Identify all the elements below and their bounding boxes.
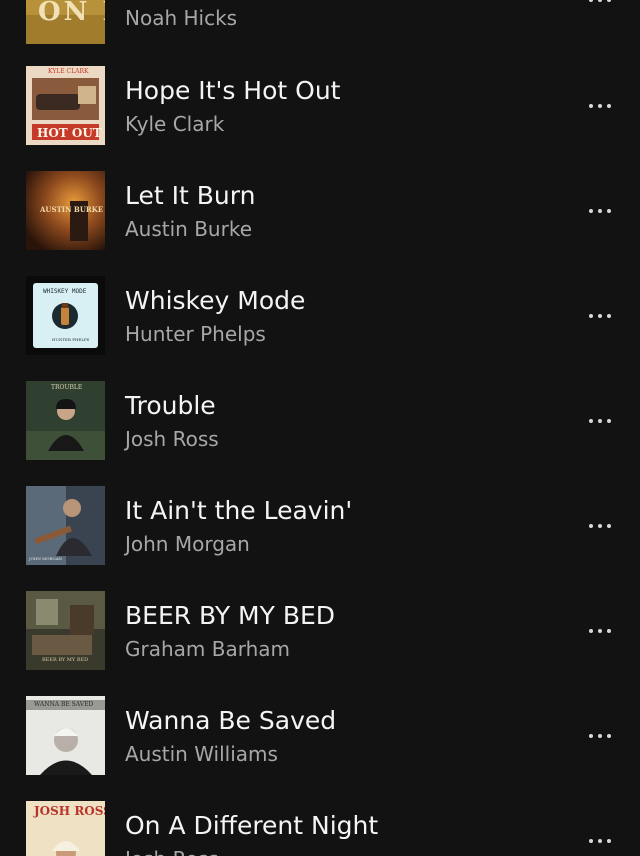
track-title: Let It Burn: [125, 181, 256, 210]
track-artist: Kyle Clark: [125, 112, 225, 136]
track-artist: Austin Burke: [125, 217, 253, 241]
album-art-icon: AUSTIN BURKE: [26, 171, 105, 250]
track-row[interactable]: JOSH ROSS On A Different Night Josh Ross: [0, 789, 640, 856]
album-art-icon: BEER BY MY BED: [26, 591, 105, 670]
album-art-icon: WHISKEY MODE HUNTER PHELPS: [26, 276, 105, 355]
album-art-icon: TROUBLE: [26, 381, 105, 460]
more-options-icon[interactable]: [580, 409, 620, 433]
track-row[interactable]: ON IT Noah Hicks: [0, 0, 640, 58]
track-title: Trouble: [125, 391, 216, 420]
album-art-icon: WANNA BE SAVED: [26, 696, 105, 775]
track-artist: Noah Hicks: [125, 6, 238, 30]
track-artist: Austin Williams: [125, 742, 278, 766]
album-art-icon: ON IT: [26, 0, 105, 44]
track-list: ON IT Noah Hicks KYLE CLARK HOT OUT Hope…: [0, 0, 640, 856]
track-row[interactable]: JOHN MORGAN It Ain't the Leavin' John Mo…: [0, 474, 640, 579]
track-title: On A Different Night: [125, 811, 379, 840]
album-art-text: AUSTIN BURKE: [40, 205, 104, 214]
album-art-text: JOSH ROSS: [34, 804, 105, 818]
album-art-icon: JOHN MORGAN: [26, 486, 105, 565]
track-row[interactable]: WANNA BE SAVED Wanna Be Saved Austin Wil…: [0, 684, 640, 789]
track-row[interactable]: KYLE CLARK HOT OUT Hope It's Hot Out Kyl…: [0, 54, 640, 159]
track-row[interactable]: BEER BY MY BED BEER BY MY BED Graham Bar…: [0, 579, 640, 684]
more-options-icon[interactable]: [580, 94, 620, 118]
track-artist: Graham Barham: [125, 637, 291, 661]
album-art-icon: JOSH ROSS: [26, 801, 105, 856]
track-row[interactable]: WHISKEY MODE HUNTER PHELPS Whiskey Mode …: [0, 264, 640, 369]
track-row[interactable]: AUSTIN BURKE Let It Burn Austin Burke: [0, 159, 640, 264]
track-artist: Josh Ross: [125, 427, 219, 451]
album-art-text: TROUBLE: [51, 384, 83, 391]
album-art-text: WHISKEY MODE: [43, 288, 87, 295]
more-options-icon[interactable]: [580, 514, 620, 538]
more-options-icon[interactable]: [580, 829, 620, 853]
track-artist: John Morgan: [125, 532, 250, 556]
more-options-icon[interactable]: [580, 619, 620, 643]
more-options-icon[interactable]: [580, 304, 620, 328]
album-art-text: JOHN MORGAN: [29, 556, 63, 561]
album-art-icon: KYLE CLARK HOT OUT: [26, 66, 105, 145]
album-art-text: HOT OUT: [37, 126, 102, 140]
track-title: It Ain't the Leavin': [125, 496, 353, 525]
track-row[interactable]: TROUBLE Trouble Josh Ross: [0, 369, 640, 474]
album-art-text: BEER BY MY BED: [42, 657, 89, 663]
album-art-text: KYLE CLARK: [48, 68, 89, 75]
track-title: Wanna Be Saved: [125, 706, 337, 735]
more-options-icon[interactable]: [580, 0, 620, 12]
track-artist: Josh Ross: [125, 846, 219, 856]
album-art-text: ON IT: [38, 0, 105, 27]
track-artist: Hunter Phelps: [125, 322, 266, 346]
album-art-text: WANNA BE SAVED: [34, 701, 94, 708]
album-art-text: HUNTER PHELPS: [52, 337, 90, 342]
track-title: Whiskey Mode: [125, 286, 306, 315]
more-options-icon[interactable]: [580, 199, 620, 223]
track-title: BEER BY MY BED: [125, 601, 336, 630]
more-options-icon[interactable]: [580, 724, 620, 748]
track-title: Hope It's Hot Out: [125, 76, 341, 105]
